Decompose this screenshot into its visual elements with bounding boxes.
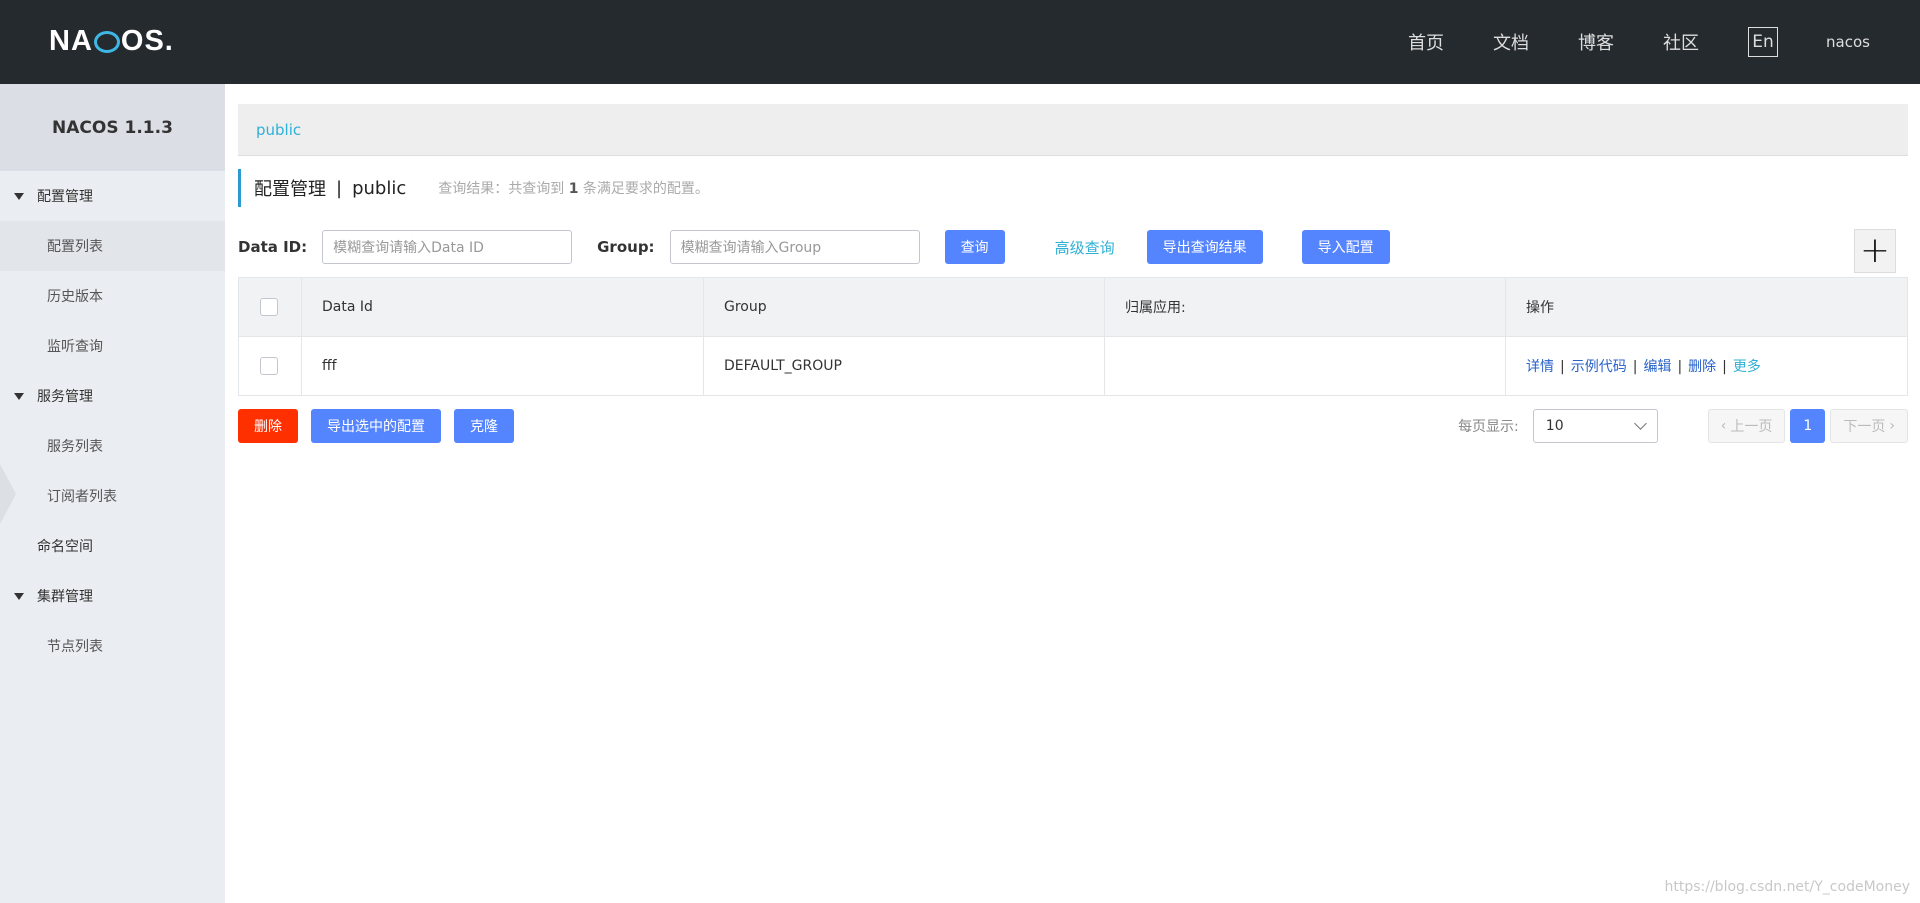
caret-down-icon <box>14 592 24 600</box>
query-result-summary: 查询结果：共查询到 1 条满足要求的配置。 <box>438 178 709 198</box>
export-selected-button[interactable]: 导出选中的配置 <box>311 409 441 443</box>
page-title: 配置管理 <box>254 179 326 200</box>
group-search-input[interactable]: 模糊查询请输入Group <box>669 230 920 264</box>
top-navbar: NA OS. 首页 文档 博客 社区 En nacos <box>0 0 1920 84</box>
op-sample-code-link[interactable]: 示例代码 <box>1571 359 1627 375</box>
export-query-result-button[interactable]: 导出查询结果 <box>1146 230 1263 264</box>
table-header-row: Data Id Group 归属应用: 操作 <box>238 277 1908 337</box>
page-1-button[interactable]: 1 <box>1790 409 1826 443</box>
nav-home[interactable]: 首页 <box>1408 29 1444 55</box>
top-nav: 首页 文档 博客 社区 En nacos <box>1408 0 1920 84</box>
cell-group: DEFAULT_GROUP <box>703 336 1105 396</box>
op-detail-link[interactable]: 详情 <box>1526 359 1554 375</box>
row-checkbox[interactable] <box>260 357 278 375</box>
sidebar-item-listener-query[interactable]: 监听查询 <box>0 321 225 371</box>
nav-docs[interactable]: 文档 <box>1493 29 1529 55</box>
sidebar-collapse-handle[interactable] <box>0 464 16 524</box>
sidebar: NACOS 1.1.3 配置管理 配置列表 历史版本 监听查询 服务管理 服务列… <box>0 84 225 903</box>
breadcrumb: public <box>238 104 1908 156</box>
logo-text-tail: OS. <box>120 24 174 57</box>
op-separator: | <box>1722 359 1727 375</box>
sidebar-group-service[interactable]: 服务管理 <box>0 371 225 421</box>
chevron-down-icon <box>1633 417 1647 430</box>
result-count: 1 <box>568 181 579 197</box>
op-delete-link[interactable]: 删除 <box>1688 359 1716 375</box>
op-separator: | <box>1632 359 1638 375</box>
sidebar-version-title: NACOS 1.1.3 <box>0 84 225 171</box>
op-separator: | <box>1560 359 1565 375</box>
sidebar-group-label: 服务管理 <box>37 389 93 405</box>
sidebar-item-subscriber-list[interactable]: 订阅者列表 <box>0 471 225 521</box>
add-config-plus-icon[interactable]: + <box>1854 229 1896 273</box>
nacos-logo[interactable]: NA OS. <box>49 24 174 57</box>
nav-blog[interactable]: 博客 <box>1578 29 1614 55</box>
page-size-label: 每页显示: <box>1458 419 1519 435</box>
dataid-label: Data ID: <box>238 238 308 256</box>
next-page-button[interactable]: 下一页 › <box>1830 409 1908 443</box>
result-suffix: 条满足要求的配置。 <box>582 181 709 197</box>
op-edit-link[interactable]: 编辑 <box>1643 359 1671 375</box>
delete-selected-button[interactable]: 删除 <box>238 409 298 443</box>
import-config-button[interactable]: 导入配置 <box>1301 230 1390 264</box>
page-title-row: 配置管理 | public 查询结果：共查询到 1 条满足要求的配置。 <box>238 169 1908 207</box>
header-checkbox-cell <box>238 277 302 337</box>
column-header-app[interactable]: 归属应用: <box>1104 277 1506 337</box>
logo-text: NA <box>49 24 93 57</box>
sidebar-item-history[interactable]: 历史版本 <box>0 271 225 321</box>
group-label: Group: <box>597 238 655 256</box>
sidebar-item-service-list[interactable]: 服务列表 <box>0 421 225 471</box>
sidebar-group-config[interactable]: 配置管理 <box>0 171 225 221</box>
sidebar-item-config-list[interactable]: 配置列表 <box>0 221 225 271</box>
clone-button[interactable]: 克隆 <box>454 409 514 443</box>
nav-community[interactable]: 社区 <box>1663 29 1699 55</box>
dataid-search-input[interactable]: 模糊查询请输入Data ID <box>322 230 573 264</box>
advanced-query-link[interactable]: 高级查询 <box>1055 237 1115 258</box>
breadcrumb-namespace-link[interactable]: public <box>256 121 301 139</box>
query-button[interactable]: 查询 <box>944 230 1005 264</box>
watermark: https://blog.csdn.net/Y_codeMoney <box>1664 879 1911 895</box>
chevron-left-icon: ‹ <box>1720 418 1727 434</box>
sidebar-group-label: 配置管理 <box>37 189 93 205</box>
chevron-right-icon: › <box>1889 418 1895 434</box>
next-page-label: 下一页 <box>1843 419 1886 435</box>
language-toggle-button[interactable]: En <box>1748 27 1779 57</box>
cell-app <box>1104 336 1506 396</box>
select-all-checkbox[interactable] <box>260 298 278 316</box>
page-namespace: public <box>352 177 407 199</box>
prev-page-label: 上一页 <box>1730 419 1773 435</box>
title-separator: | <box>336 177 343 199</box>
pagination: 每页显示: 10 ‹ 上一页 1 下一页 › <box>1458 408 1908 444</box>
prev-page-button[interactable]: ‹ 上一页 <box>1707 409 1786 443</box>
logo-ring-icon <box>93 31 120 53</box>
caret-down-icon <box>14 392 24 400</box>
cell-ops: 详情 | 示例代码 | 编辑 | 删除 | 更多 <box>1505 336 1908 396</box>
sidebar-group-label: 集群管理 <box>37 589 93 605</box>
op-separator: | <box>1677 359 1683 375</box>
table-row: fff DEFAULT_GROUP 详情 | 示例代码 | 编辑 | 删除 | 更多 <box>238 336 1908 396</box>
config-table: Data Id Group 归属应用: 操作 fff DEFAULT_GROUP… <box>238 277 1908 396</box>
caret-down-icon <box>14 192 24 200</box>
main-content: public 配置管理 | public 查询结果：共查询到 1 条满足要求的配… <box>238 104 1908 444</box>
column-header-group[interactable]: Group <box>703 277 1105 337</box>
column-header-dataid[interactable]: Data Id <box>301 277 704 337</box>
sidebar-group-cluster[interactable]: 集群管理 <box>0 571 225 621</box>
sidebar-item-namespace[interactable]: 命名空间 <box>0 521 225 571</box>
page-size-select[interactable]: 10 <box>1532 409 1658 443</box>
column-header-ops: 操作 <box>1505 277 1908 337</box>
user-name[interactable]: nacos <box>1826 33 1870 51</box>
cell-dataid: fff <box>301 336 704 396</box>
result-prefix: 查询结果：共查询到 <box>438 181 565 197</box>
page-size-value: 10 <box>1545 418 1564 434</box>
row-checkbox-cell <box>238 336 302 396</box>
filter-bar: Data ID: 模糊查询请输入Data ID Group: 模糊查询请输入Gr… <box>238 227 1908 273</box>
op-more-link[interactable]: 更多 <box>1733 359 1761 375</box>
sidebar-item-node-list[interactable]: 节点列表 <box>0 621 225 671</box>
table-footer: 删除 导出选中的配置 克隆 每页显示: 10 ‹ 上一页 1 下一页 › <box>238 408 1908 444</box>
